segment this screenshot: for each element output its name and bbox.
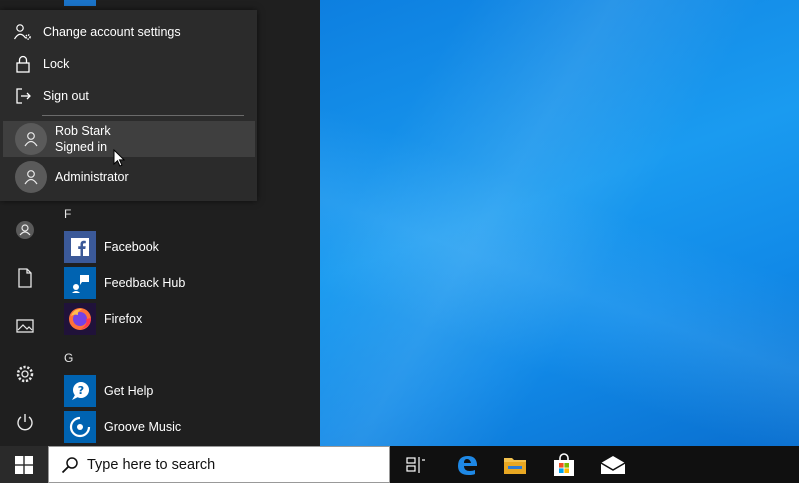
- power-icon[interactable]: [14, 411, 36, 433]
- svg-text:?: ?: [78, 384, 84, 397]
- lock-item[interactable]: Lock: [0, 48, 257, 80]
- pictures-icon[interactable]: [14, 315, 36, 337]
- get-help-icon: ?: [64, 375, 96, 407]
- windows-logo-icon: [15, 455, 33, 474]
- avatar: [15, 161, 47, 193]
- change-account-settings-item[interactable]: Change account settings: [0, 16, 257, 48]
- search-icon: [61, 456, 79, 479]
- groove-music-icon: [64, 411, 96, 443]
- settings-icon[interactable]: [14, 363, 36, 385]
- user-icon[interactable]: [14, 219, 36, 241]
- taskbar: Type here to search: [0, 446, 799, 483]
- feedback-hub-icon: [64, 267, 96, 299]
- app-name: Feedback Hub: [104, 276, 186, 290]
- task-view-icon[interactable]: [392, 446, 440, 483]
- user-administrator[interactable]: Administrator: [3, 159, 255, 195]
- user-rob-stark[interactable]: Rob Stark Signed in: [3, 121, 255, 157]
- account-flyout: Change account settings Lock Sign out Ro…: [0, 10, 257, 201]
- mouse-pointer-icon: [113, 148, 126, 173]
- app-name: Firefox: [104, 312, 143, 326]
- user-name: Rob Stark: [55, 124, 111, 138]
- sign-out-icon: [12, 85, 34, 107]
- separator: [42, 115, 244, 116]
- user-text: Rob Stark Signed in: [55, 123, 111, 155]
- wallpaper-light: [320, 0, 799, 446]
- lock-icon: [12, 53, 34, 75]
- app-groove-music[interactable]: Groove Music: [64, 411, 304, 443]
- documents-icon[interactable]: [14, 267, 36, 289]
- app-name: Get Help: [104, 384, 154, 398]
- user-status: Signed in: [55, 140, 108, 154]
- file-explorer-icon[interactable]: [491, 446, 539, 483]
- app-feedback-hub[interactable]: Feedback Hub: [64, 267, 304, 299]
- avatar: [15, 123, 47, 155]
- group-letter-f[interactable]: F: [64, 207, 71, 221]
- app-tile-partial: [64, 0, 96, 6]
- search-box[interactable]: Type here to search: [48, 446, 390, 483]
- firefox-icon: [64, 303, 96, 335]
- account-settings-icon: [12, 21, 34, 43]
- menu-label: Change account settings: [43, 25, 181, 39]
- menu-label: Lock: [43, 57, 70, 71]
- app-name: Facebook: [104, 240, 159, 254]
- search-placeholder: Type here to search: [87, 456, 216, 473]
- start-button[interactable]: [0, 446, 48, 483]
- desktop-wallpaper[interactable]: [320, 0, 799, 446]
- menu-label: Sign out: [43, 89, 89, 103]
- store-icon[interactable]: [540, 446, 588, 483]
- app-facebook[interactable]: Facebook: [64, 231, 304, 263]
- app-firefox[interactable]: Firefox: [64, 303, 304, 335]
- app-get-help[interactable]: ? Get Help: [64, 375, 304, 407]
- mail-icon[interactable]: [589, 446, 637, 483]
- app-name: Groove Music: [104, 420, 182, 434]
- facebook-icon: [64, 231, 96, 263]
- sign-out-item[interactable]: Sign out: [0, 80, 257, 112]
- group-letter-g[interactable]: G: [64, 351, 73, 365]
- edge-icon[interactable]: [443, 446, 491, 483]
